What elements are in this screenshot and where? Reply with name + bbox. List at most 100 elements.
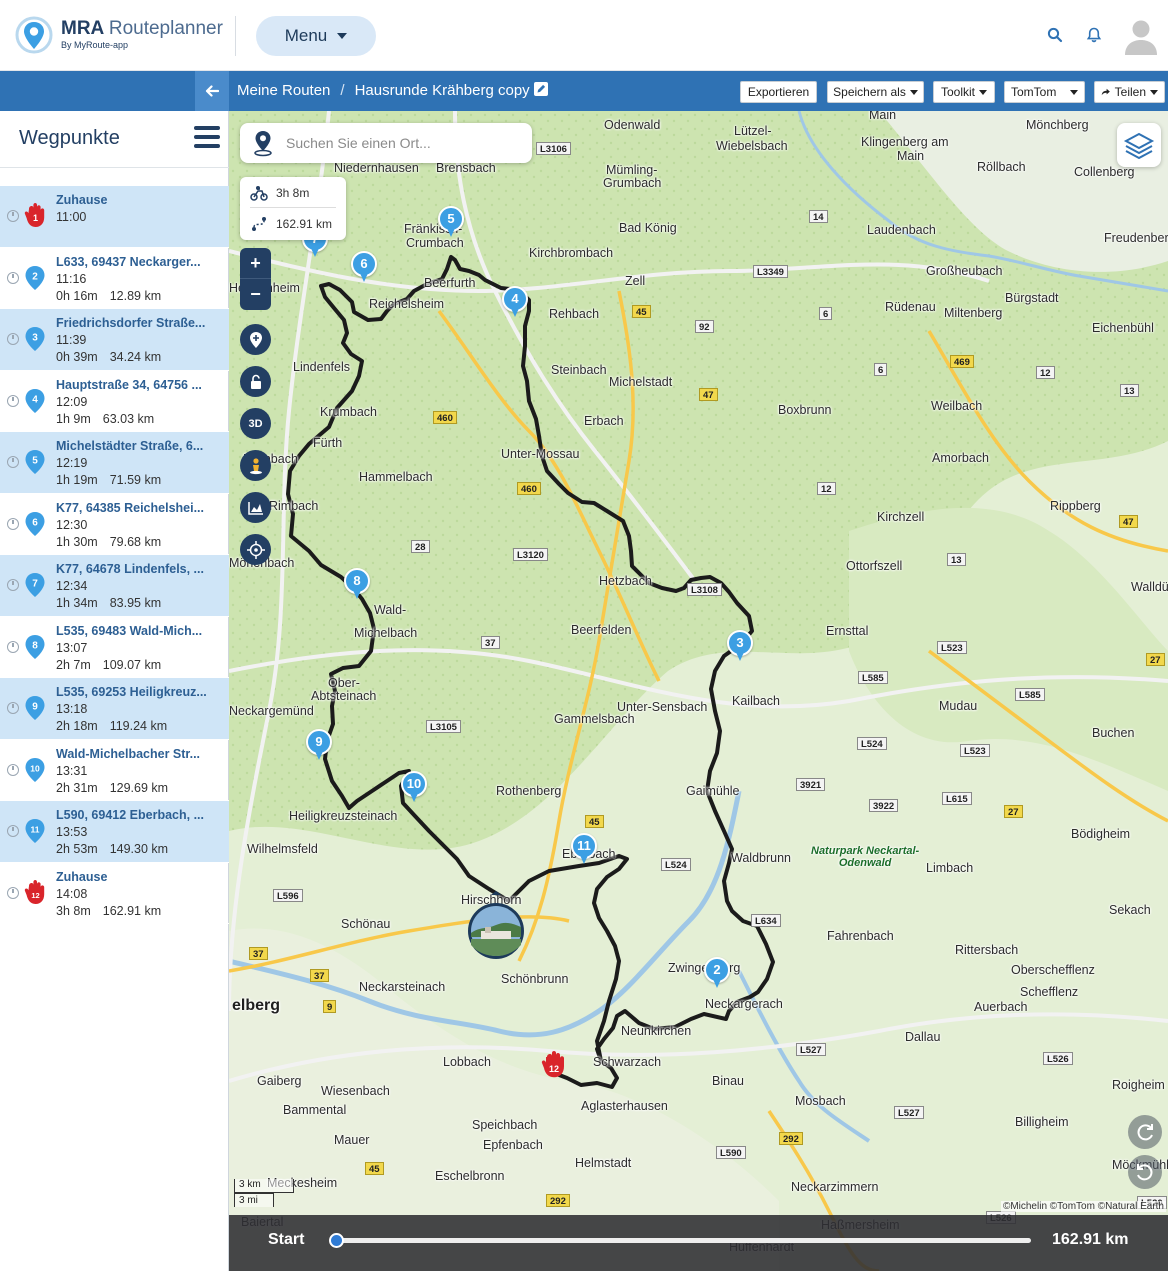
waypoint-name: L535, 69483 Wald-Mich...	[56, 623, 203, 638]
collapse-sidebar-button[interactable]	[195, 71, 229, 111]
menu-button[interactable]: Menu	[256, 16, 376, 56]
location-search[interactable]	[240, 123, 532, 163]
save-as-button[interactable]: Speichern als	[827, 81, 924, 103]
logo-pin-icon	[15, 16, 53, 54]
waypoint-marker[interactable]: 9	[306, 729, 332, 763]
waypoint-time: 14:08	[56, 886, 88, 901]
sidebar-menu-icon[interactable]	[194, 126, 220, 150]
waypoint-marker[interactable]: 2	[704, 957, 730, 991]
waypoint-marker[interactable]: 5	[438, 206, 464, 240]
waypoint-item[interactable]: 10 Wald-Michelbacher Str... 13:31 2h 31m 129…	[0, 740, 229, 801]
logo-title-light: Routeplanner	[108, 18, 223, 39]
home-marker-icon[interactable]: 12	[541, 1051, 567, 1081]
waypoint-name: K77, 64678 Lindenfels, ...	[56, 562, 204, 576]
search-input[interactable]	[286, 133, 516, 153]
road-number: 9	[323, 1000, 337, 1013]
road-number: 13	[947, 553, 966, 566]
waypoint-item[interactable]: 6 K77, 64385 Reichelshei... 12:30 1h 30m 79.…	[0, 494, 229, 555]
road-number: 28	[411, 540, 430, 553]
road-number: 37	[310, 969, 329, 982]
svg-text:1: 1	[33, 213, 38, 223]
clock-icon	[7, 640, 19, 653]
add-waypoint-button[interactable]	[240, 324, 271, 355]
elevation-profile-button[interactable]	[240, 492, 271, 523]
place-label: Hammelbach	[359, 470, 433, 484]
layers-button[interactable]	[1117, 123, 1161, 167]
place-label: Wilhelmsfeld	[247, 842, 318, 856]
waypoint-name: L535, 69253 Heiligkreuz...	[56, 685, 207, 699]
locate-me-button[interactable]	[240, 534, 271, 565]
svg-text:3: 3	[32, 333, 38, 344]
route-name[interactable]: Hausrunde Krähberg copy	[355, 82, 530, 99]
road-number: 92	[695, 320, 714, 333]
road-number: L590	[716, 1146, 746, 1159]
place-label: Schönbrunn	[501, 972, 569, 986]
waypoint-time: 11:00	[56, 210, 87, 224]
waypoint-marker[interactable]: 8	[344, 568, 370, 602]
place-label: Michelbach	[354, 626, 418, 640]
waypoint-distance: 83.95 km	[109, 596, 162, 610]
photo-marker[interactable]	[467, 891, 525, 961]
waypoint-item[interactable]: 9 L535, 69253 Heiligkreuz... 13:18 2h 18m 11…	[0, 678, 229, 740]
waypoint-distance: 63.03 km	[102, 411, 155, 426]
waypoint-item[interactable]: 3 Friedrichsdorfer Straße... 11:39 0h 39m 34…	[0, 309, 229, 371]
share-button[interactable]: Teilen	[1094, 81, 1165, 103]
waypoint-marker[interactable]: 3	[727, 630, 753, 664]
refresh-button[interactable]	[1128, 1115, 1162, 1149]
waypoint-item[interactable]: 2 L633, 69437 Neckarger... 11:16 0h 16m 12.8…	[0, 248, 229, 309]
total-distance: 162.91 km	[276, 217, 333, 231]
undo-button[interactable]	[1128, 1155, 1162, 1189]
place-label: Schönau	[341, 917, 391, 931]
place-label: Erbach	[584, 414, 624, 428]
edit-icon[interactable]	[533, 82, 548, 96]
zoom-in-button[interactable]: +	[240, 248, 271, 279]
waypoint-item[interactable]: 7 K77, 64678 Lindenfels, ... 12:34 1h 34m 83…	[0, 555, 229, 617]
place-label: Binau	[712, 1074, 744, 1088]
svg-text:8: 8	[32, 640, 38, 651]
waypoint-marker[interactable]: 10	[401, 771, 427, 805]
street-view-button[interactable]	[240, 450, 271, 481]
logo-tagline: By MyRoute-app	[61, 40, 129, 50]
device-select[interactable]: TomTom	[1004, 81, 1085, 103]
zoom-out-button[interactable]: −	[240, 279, 271, 310]
place-label: Wald-	[374, 603, 407, 617]
user-avatar[interactable]	[1124, 17, 1158, 55]
3d-toggle-button[interactable]: 3D	[240, 408, 271, 439]
waypoint-name: Zuhause	[56, 869, 108, 884]
playback-track[interactable]	[337, 1238, 1031, 1243]
toolkit-button[interactable]: Toolkit	[933, 81, 995, 103]
waypoint-name: Wald-Michelbacher Str...	[56, 746, 201, 761]
waypoint-name: K77, 64385 Reichelshei...	[56, 500, 205, 515]
waypoint-item[interactable]: 11 L590, 69412 Eberbach, ... 13:53 2h 53m 14…	[0, 801, 229, 863]
waypoint-item[interactable]: 12 Zuhause 14:08 3h 8m 162.91 km	[0, 863, 229, 924]
waypoint-time: 12:09	[56, 394, 88, 409]
bell-icon[interactable]	[1085, 26, 1103, 44]
export-button[interactable]: Exportieren	[740, 81, 817, 103]
app-logo[interactable]: MRA Routeplanner By MyRoute-app	[14, 15, 224, 57]
clock-icon	[7, 825, 19, 838]
layers-icon	[1123, 132, 1155, 160]
waypoint-item[interactable]: 8 L535, 69483 Wald-Mich... 13:07 2h 7m 109.0…	[0, 617, 229, 678]
clock-icon	[7, 394, 19, 407]
breadcrumb-my-routes[interactable]: Meine Routen	[237, 82, 330, 99]
waypoint-item[interactable]: 4 Hauptstraße 34, 64756 ... 12:09 1h 9m 63.0…	[0, 371, 229, 432]
park-label-line-1: Naturpark Neckartal-	[811, 845, 920, 857]
map-view[interactable]: Odenwald Lützel- Wiebelsbach Main Mönchberg K…	[229, 111, 1168, 1271]
waypoint-pin-icon: 6	[25, 511, 45, 536]
route-playback-bar: Start 162.91 km	[229, 1215, 1168, 1271]
lock-button[interactable]	[240, 366, 271, 397]
playback-slider-handle[interactable]	[329, 1233, 344, 1248]
clock-icon	[7, 886, 19, 899]
waypoint-item[interactable]: 5 Michelstädter Straße, 6... 12:19 1h 19m 71…	[0, 432, 229, 494]
search-icon[interactable]	[1046, 26, 1064, 44]
place-label: Rüdenau	[885, 300, 936, 314]
waypoint-marker[interactable]: 6	[351, 251, 377, 285]
waypoint-item[interactable]: 1 Zuhause 11:00	[0, 186, 229, 248]
waypoint-meta: 1h 9m 63.03 km	[56, 412, 154, 426]
motorcycle-time-icon	[250, 186, 268, 201]
svg-text:2: 2	[32, 271, 38, 282]
waypoint-marker[interactable]: 11	[571, 833, 597, 867]
park-label-line-2: Odenwald	[838, 857, 892, 869]
waypoint-marker[interactable]: 4	[502, 286, 528, 320]
road-number: L3106	[536, 142, 571, 155]
